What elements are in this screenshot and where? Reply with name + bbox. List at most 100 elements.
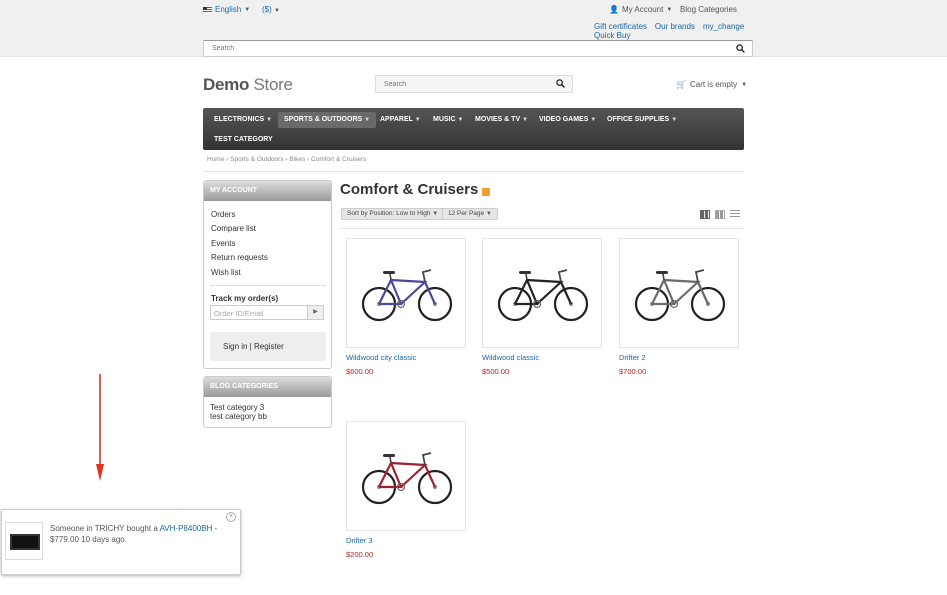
divider xyxy=(203,171,744,172)
product-price: $500.00 xyxy=(482,367,510,376)
nav-label: ELECTRONICS xyxy=(214,116,265,123)
product-name-link[interactable]: Wildwood city classic xyxy=(346,353,466,362)
product-card[interactable]: Wildwood city classic $600.00 xyxy=(346,238,466,376)
chevron-down-icon: ▼ xyxy=(274,8,280,14)
top-search-bar xyxy=(203,40,753,57)
nav-label: APPAREL xyxy=(380,116,413,123)
sign-in-register-button[interactable]: Sign in | Register xyxy=(210,332,326,361)
seat-post xyxy=(389,273,392,281)
top-bar: English ▼ ($) ▼ 👤 My Account ▼ Blog Cate… xyxy=(0,0,947,57)
product-image[interactable] xyxy=(482,238,602,348)
product-card[interactable]: Drifter 2 $700.00 xyxy=(619,238,739,376)
account-item-events[interactable]: Events xyxy=(211,239,331,253)
nav-item-sports-outdoors[interactable]: SPORTS & OUTDOORS ▼ xyxy=(278,112,377,128)
handlebar xyxy=(421,452,432,466)
language-selector[interactable]: English ▼ xyxy=(203,5,250,14)
logo-store-text: Store xyxy=(253,75,293,94)
per-page-dropdown[interactable]: 12 Per Page ▼ xyxy=(442,208,498,220)
saddle xyxy=(383,271,395,274)
compact-grid-view-icon[interactable] xyxy=(715,210,725,219)
nav-item-apparel[interactable]: APPAREL ▼ xyxy=(374,112,427,128)
nav-item-video-games[interactable]: VIDEO GAMES ▼ xyxy=(533,112,602,128)
chevron-down-icon: ▼ xyxy=(666,6,673,13)
main-navigation: ELECTRONICS ▼ SPORTS & OUTDOORS ▼ APPARE… xyxy=(203,108,744,150)
nav-label: OFFICE SUPPLIES xyxy=(607,116,670,123)
handlebar xyxy=(557,269,568,283)
account-item-compare-list[interactable]: Compare list xyxy=(211,224,331,238)
currency-selector[interactable]: ($) ▼ xyxy=(262,5,280,14)
list-view-icon[interactable] xyxy=(730,210,740,219)
product-price: $700.00 xyxy=(619,367,647,376)
product-image[interactable] xyxy=(346,238,466,348)
recent-purchase-popup: Someone in TRICHY bought a AVH-P8400BH -… xyxy=(1,509,241,575)
blog-category-item[interactable]: test category bb xyxy=(210,412,331,421)
saddle xyxy=(383,454,395,457)
user-icon: 👤 xyxy=(609,5,619,14)
account-item-orders[interactable]: Orders xyxy=(211,210,331,224)
sort-label: Sort by Position: Low to High xyxy=(347,210,431,217)
product-card[interactable]: Drifter 3 $200.00 xyxy=(346,421,466,559)
chevron-down-icon: ▼ xyxy=(414,117,421,123)
cart-icon: 🛒 xyxy=(676,80,686,89)
my-account-heading: MY ACCOUNT xyxy=(204,181,331,201)
rss-icon[interactable] xyxy=(482,188,491,196)
product-name-link[interactable]: Drifter 2 xyxy=(619,353,739,362)
store-logo[interactable]: Demo Store xyxy=(203,75,293,95)
chevron-down-icon: ▼ xyxy=(432,211,439,217)
product-image[interactable] xyxy=(346,421,466,531)
product-price: $600.00 xyxy=(346,367,374,376)
seat-post xyxy=(525,273,528,281)
search-icon[interactable] xyxy=(736,44,745,53)
my-account-label: My Account xyxy=(621,5,664,14)
product-name-link[interactable]: Drifter 3 xyxy=(346,536,466,545)
order-id-field[interactable]: Order ID/Email ▶ xyxy=(210,305,324,320)
nav-item-office-supplies[interactable]: OFFICE SUPPLIES ▼ xyxy=(601,112,683,128)
quick-buy-link[interactable]: Quick Buy xyxy=(594,31,630,40)
nav-item-music[interactable]: MUSIC ▼ xyxy=(427,112,469,128)
blog-categories-box: BLOG CATEGORIES Test category 3 test cat… xyxy=(203,376,332,428)
product-image[interactable] xyxy=(619,238,739,348)
main-search-input[interactable] xyxy=(376,76,553,92)
nav-item-test-category[interactable]: TEST CATEGORY xyxy=(208,132,279,148)
search-icon[interactable] xyxy=(556,79,565,88)
nav-label: VIDEO GAMES xyxy=(539,116,589,123)
page-title: Comfort & Cruisers xyxy=(340,181,491,198)
breadcrumb[interactable]: Home › Sports & Outdoors › Bikes › Comfo… xyxy=(207,156,366,163)
account-item-wish-list[interactable]: Wish list xyxy=(211,268,331,282)
cart-widget[interactable]: 🛒 Cart is empty ▼ xyxy=(676,80,747,89)
chevron-down-icon: ▼ xyxy=(485,211,492,217)
grid-view-icon[interactable] xyxy=(700,210,710,219)
chevron-down-icon: ▼ xyxy=(671,117,678,123)
product-thumbnail[interactable] xyxy=(5,522,43,560)
nav-item-electronics[interactable]: ELECTRONICS ▼ xyxy=(208,112,278,128)
fork xyxy=(559,281,573,305)
top-search-input[interactable] xyxy=(204,41,698,56)
track-go-button[interactable]: ▶ xyxy=(307,306,323,319)
our-brands-link[interactable]: Our brands xyxy=(655,22,695,31)
my-account-box: MY ACCOUNT Orders Compare list Events Re… xyxy=(203,180,332,369)
chevron-down-icon: ▼ xyxy=(741,81,748,88)
nav-label: MOVIES & TV xyxy=(475,116,521,123)
close-icon[interactable]: × xyxy=(226,512,236,522)
order-id-placeholder: Order ID/Email xyxy=(214,309,264,318)
my-account-menu[interactable]: 👤 My Account ▼ xyxy=(609,5,672,14)
my-change-link[interactable]: my_change xyxy=(703,22,744,31)
blog-categories-link[interactable]: Blog Categories xyxy=(680,5,737,14)
fork xyxy=(423,281,437,305)
bicycle-image xyxy=(497,269,589,322)
popup-product-link[interactable]: AVH-P8400BH xyxy=(160,524,213,533)
main-search-bar xyxy=(375,75,573,93)
saddle xyxy=(519,271,531,274)
product-card[interactable]: Wildwood classic $500.00 xyxy=(482,238,602,376)
product-name-link[interactable]: Wildwood classic xyxy=(482,353,602,362)
gift-certificates-link[interactable]: Gift certificates xyxy=(594,22,647,31)
sort-dropdown[interactable]: Sort by Position: Low to High ▼ xyxy=(341,208,445,220)
blog-category-item[interactable]: Test category 3 xyxy=(210,403,331,412)
nav-item-movies-tv[interactable]: MOVIES & TV ▼ xyxy=(469,112,534,128)
chevron-down-icon: ▼ xyxy=(266,117,273,123)
bicycle-image xyxy=(361,452,453,505)
us-flag-icon xyxy=(203,6,212,13)
language-label: English xyxy=(215,5,242,14)
per-page-label: 12 Per Page xyxy=(448,210,485,217)
account-item-return-requests[interactable]: Return requests xyxy=(211,253,331,267)
